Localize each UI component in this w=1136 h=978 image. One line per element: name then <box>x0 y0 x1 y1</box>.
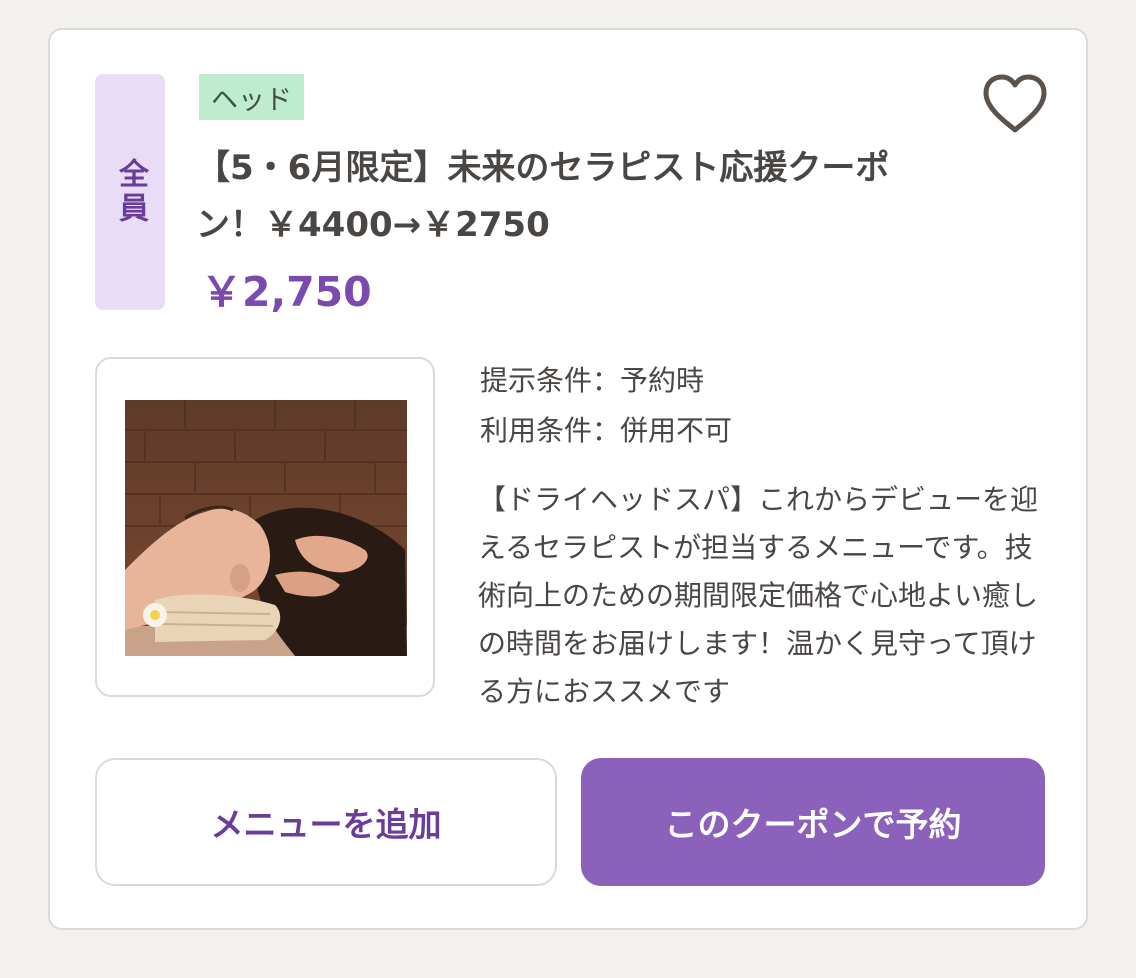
target-tag: 全員 <box>95 74 165 310</box>
category-tag: ヘッド <box>199 74 304 120</box>
coupon-title: 【5・6月限定】未来のセラピスト応援クーポン！￥4400→￥2750 <box>196 148 890 245</box>
reserve-with-coupon-button[interactable]: このクーポンで予約 <box>581 758 1045 886</box>
head-spa-photo <box>125 400 407 656</box>
condition-label: 提示条件： <box>480 364 621 397</box>
add-menu-button[interactable]: メニューを追加 <box>95 758 557 886</box>
coupon-price: ￥2,750 <box>201 268 372 316</box>
coupon-conditions: 提示条件：予約時 利用条件：併用不可 <box>480 356 732 456</box>
condition-row: 提示条件：予約時 <box>480 356 732 406</box>
condition-value: 併用不可 <box>620 414 733 447</box>
heart-outline-icon <box>983 74 1047 133</box>
condition-value: 予約時 <box>620 364 705 397</box>
condition-row: 利用条件：併用不可 <box>480 406 732 456</box>
favorite-button[interactable] <box>980 72 1050 136</box>
coupon-image-frame <box>95 357 435 697</box>
coupon-card: 全員 ヘッド 【5・6月限定】未来のセラピスト応援クーポン！￥4400→￥275… <box>48 28 1088 930</box>
condition-label: 利用条件： <box>480 414 621 447</box>
coupon-description: 【ドライヘッドスパ】これからデビューを迎えるセラピストが担当するメニューです。技… <box>478 483 1039 708</box>
